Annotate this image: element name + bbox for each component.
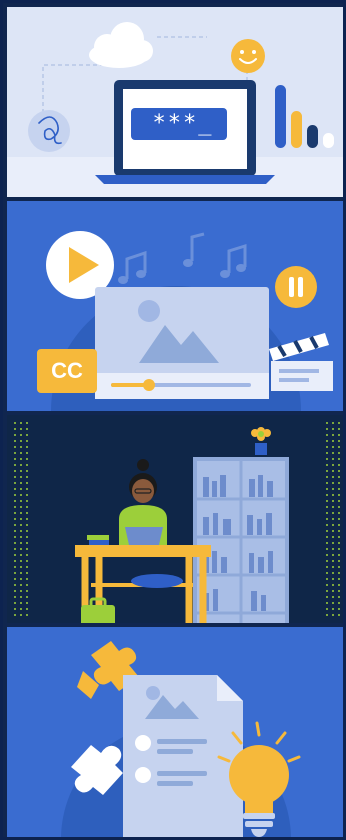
document-icon (123, 675, 243, 837)
panel-study (7, 415, 343, 623)
pause-icon (275, 266, 317, 308)
illustration-strip: ***_ CC (0, 0, 346, 840)
panel-sign-in: ***_ (7, 7, 343, 197)
sign-in-illustration (7, 22, 343, 197)
panel-video: CC (7, 201, 343, 411)
bar-chart-icon (275, 85, 334, 148)
ideas-illustration (61, 641, 301, 837)
captions-badge: CC (51, 358, 83, 383)
study-illustration (11, 421, 343, 623)
panel-ideas (7, 627, 343, 837)
flower-pot-icon (251, 427, 271, 455)
cursive-logo-icon (28, 110, 70, 152)
student-figure (119, 459, 183, 588)
music-note-icon (118, 232, 247, 284)
smiley-icon (231, 39, 265, 73)
bookshelf (193, 457, 289, 623)
password-field: ***_ (152, 111, 214, 136)
cloud-icon (89, 22, 153, 68)
